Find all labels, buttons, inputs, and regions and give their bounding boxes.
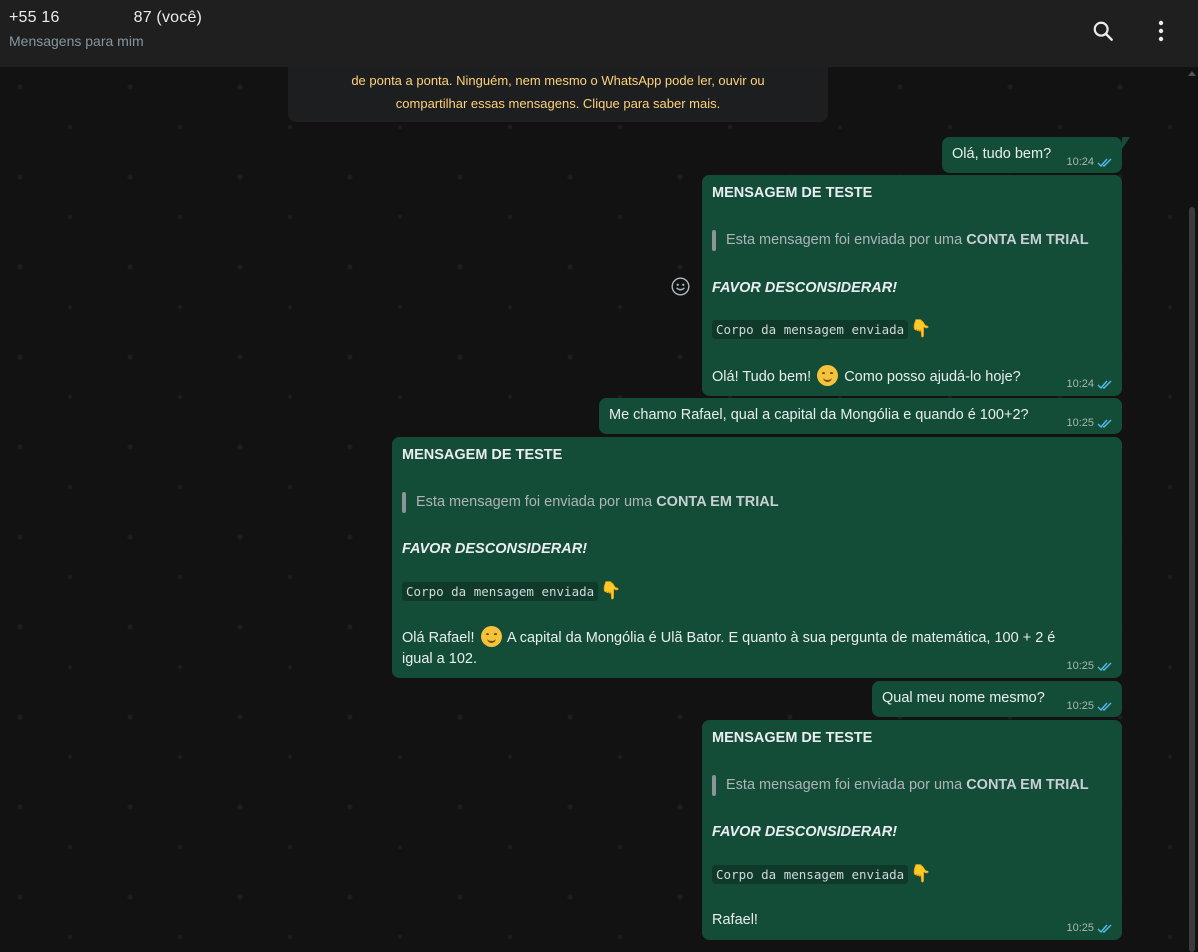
message-bubble[interactable]: MENSAGEM DE TESTE Esta mensagem foi envi… (392, 437, 1122, 678)
notice-line-1: de ponta a ponta. Ninguém, nem mesmo o W… (351, 73, 765, 88)
double-check-icon (1097, 379, 1114, 390)
message-meta: 10:24 (1066, 378, 1114, 390)
message-warning: FAVOR DESCONSIDERAR! (712, 280, 898, 296)
message-quote: Esta mensagem foi enviada por uma CONTA … (402, 492, 779, 513)
message-quote: Esta mensagem foi enviada por uma CONTA … (712, 775, 1089, 796)
message-code-line: Corpo da mensagem enviada 👇 (402, 581, 621, 601)
message-bubble[interactable]: Me chamo Rafael, qual a capital da Mongó… (599, 398, 1122, 434)
body-text-b: A capital da Mongólia é Ulã Bator. E qua… (506, 630, 1056, 646)
message-time: 10:25 (1066, 660, 1094, 672)
pointing-down-icon: 👇 (910, 319, 932, 338)
message-meta: 10:25 (1066, 660, 1114, 672)
double-check-icon (1097, 157, 1114, 168)
message-quote: Esta mensagem foi enviada por uma CONTA … (712, 230, 1089, 251)
quote-bold: CONTA EM TRIAL (966, 777, 1089, 793)
message-time: 10:25 (1066, 417, 1094, 429)
quote-text: Esta mensagem foi enviada por uma (726, 777, 967, 793)
scrollbar-thumb[interactable] (1189, 207, 1195, 952)
double-check-icon (1097, 923, 1114, 934)
contact-name-suffix: 87 (você) (133, 9, 203, 26)
message-time: 10:24 (1066, 156, 1094, 168)
message-bubble[interactable]: Qual meu nome mesmo? 10:25 (872, 681, 1122, 717)
header-actions (1090, 18, 1174, 44)
encryption-notice[interactable]: de ponta a ponta. Ninguém, nem mesmo o W… (288, 67, 828, 122)
chat-header: +55 16 87 (você) Mensagens para mim (0, 0, 1198, 67)
message-meta: 10:25 (1066, 922, 1114, 934)
message-warning: FAVOR DESCONSIDERAR! (712, 824, 898, 840)
quote-text: Esta mensagem foi enviada por uma (416, 494, 657, 510)
message-title: MENSAGEM DE TESTE (712, 185, 873, 201)
emoji-icon[interactable] (669, 275, 691, 297)
chat-panel[interactable]: de ponta a ponta. Ninguém, nem mesmo o W… (0, 67, 1198, 952)
message-body: Olá! Tudo bem! Como posso ajudá-lo hoje? (712, 365, 1021, 386)
message-time: 10:24 (1066, 378, 1094, 390)
message-bubble[interactable]: MENSAGEM DE TESTE Esta mensagem foi envi… (702, 175, 1122, 396)
smiling-face-icon (817, 365, 839, 386)
inline-code: Corpo da mensagem enviada (712, 865, 909, 884)
body-text-b: Como posso ajudá-lo hoje? (844, 369, 1021, 385)
message-warning: FAVOR DESCONSIDERAR! (402, 541, 588, 557)
double-check-icon (1097, 701, 1114, 712)
scroll-up-arrow[interactable] (1188, 71, 1196, 76)
message-time: 10:25 (1066, 922, 1094, 934)
contact-subtitle: Mensagens para mim (9, 33, 144, 49)
pointing-down-icon: 👇 (600, 581, 622, 600)
contact-name-prefix: +55 16 (9, 9, 60, 26)
body-text-a: Olá Rafael! (402, 630, 475, 646)
body-text-a: Olá! Tudo bem! (712, 369, 812, 385)
kebab-menu-icon[interactable] (1148, 18, 1174, 44)
search-icon[interactable] (1090, 18, 1116, 44)
message-code-line: Corpo da mensagem enviada 👇 (712, 319, 931, 339)
quote-text: Esta mensagem foi enviada por uma (726, 232, 967, 248)
message-title: MENSAGEM DE TESTE (402, 447, 563, 463)
smiling-face-icon (480, 626, 502, 647)
message-bubble[interactable]: Olá, tudo bem? 10:24 (942, 137, 1130, 173)
inline-code: Corpo da mensagem enviada (402, 582, 599, 601)
message-body: Olá Rafael! A capital da Mongólia é Ulã … (402, 626, 1055, 647)
message-meta: 10:24 (1066, 156, 1114, 168)
message-text: Olá, tudo bem? (952, 146, 1052, 162)
pointing-down-icon: 👇 (910, 864, 932, 883)
message-title: MENSAGEM DE TESTE (712, 730, 873, 746)
contact-info[interactable]: +55 16 87 (você) Mensagens para mim (9, 8, 202, 49)
message-text: Qual meu nome mesmo? (882, 690, 1045, 706)
message-meta: 10:25 (1066, 700, 1114, 712)
double-check-icon (1097, 418, 1114, 429)
contact-name: +55 16 87 (você) (9, 8, 202, 28)
message-body: Rafael! (712, 912, 758, 928)
redacted-block (59, 8, 134, 28)
inline-code: Corpo da mensagem enviada (712, 320, 909, 339)
message-meta: 10:25 (1066, 417, 1114, 429)
message-body-continued: igual a 102. (402, 651, 477, 667)
quote-bold: CONTA EM TRIAL (656, 494, 779, 510)
double-check-icon (1097, 661, 1114, 672)
message-text: Me chamo Rafael, qual a capital da Mongó… (609, 407, 1029, 423)
message-bubble[interactable]: MENSAGEM DE TESTE Esta mensagem foi envi… (702, 720, 1122, 940)
notice-line-2: compartilhar essas mensagens. Clique par… (395, 96, 721, 111)
message-code-line: Corpo da mensagem enviada 👇 (712, 864, 931, 884)
quote-bold: CONTA EM TRIAL (966, 232, 1089, 248)
message-time: 10:25 (1066, 700, 1094, 712)
